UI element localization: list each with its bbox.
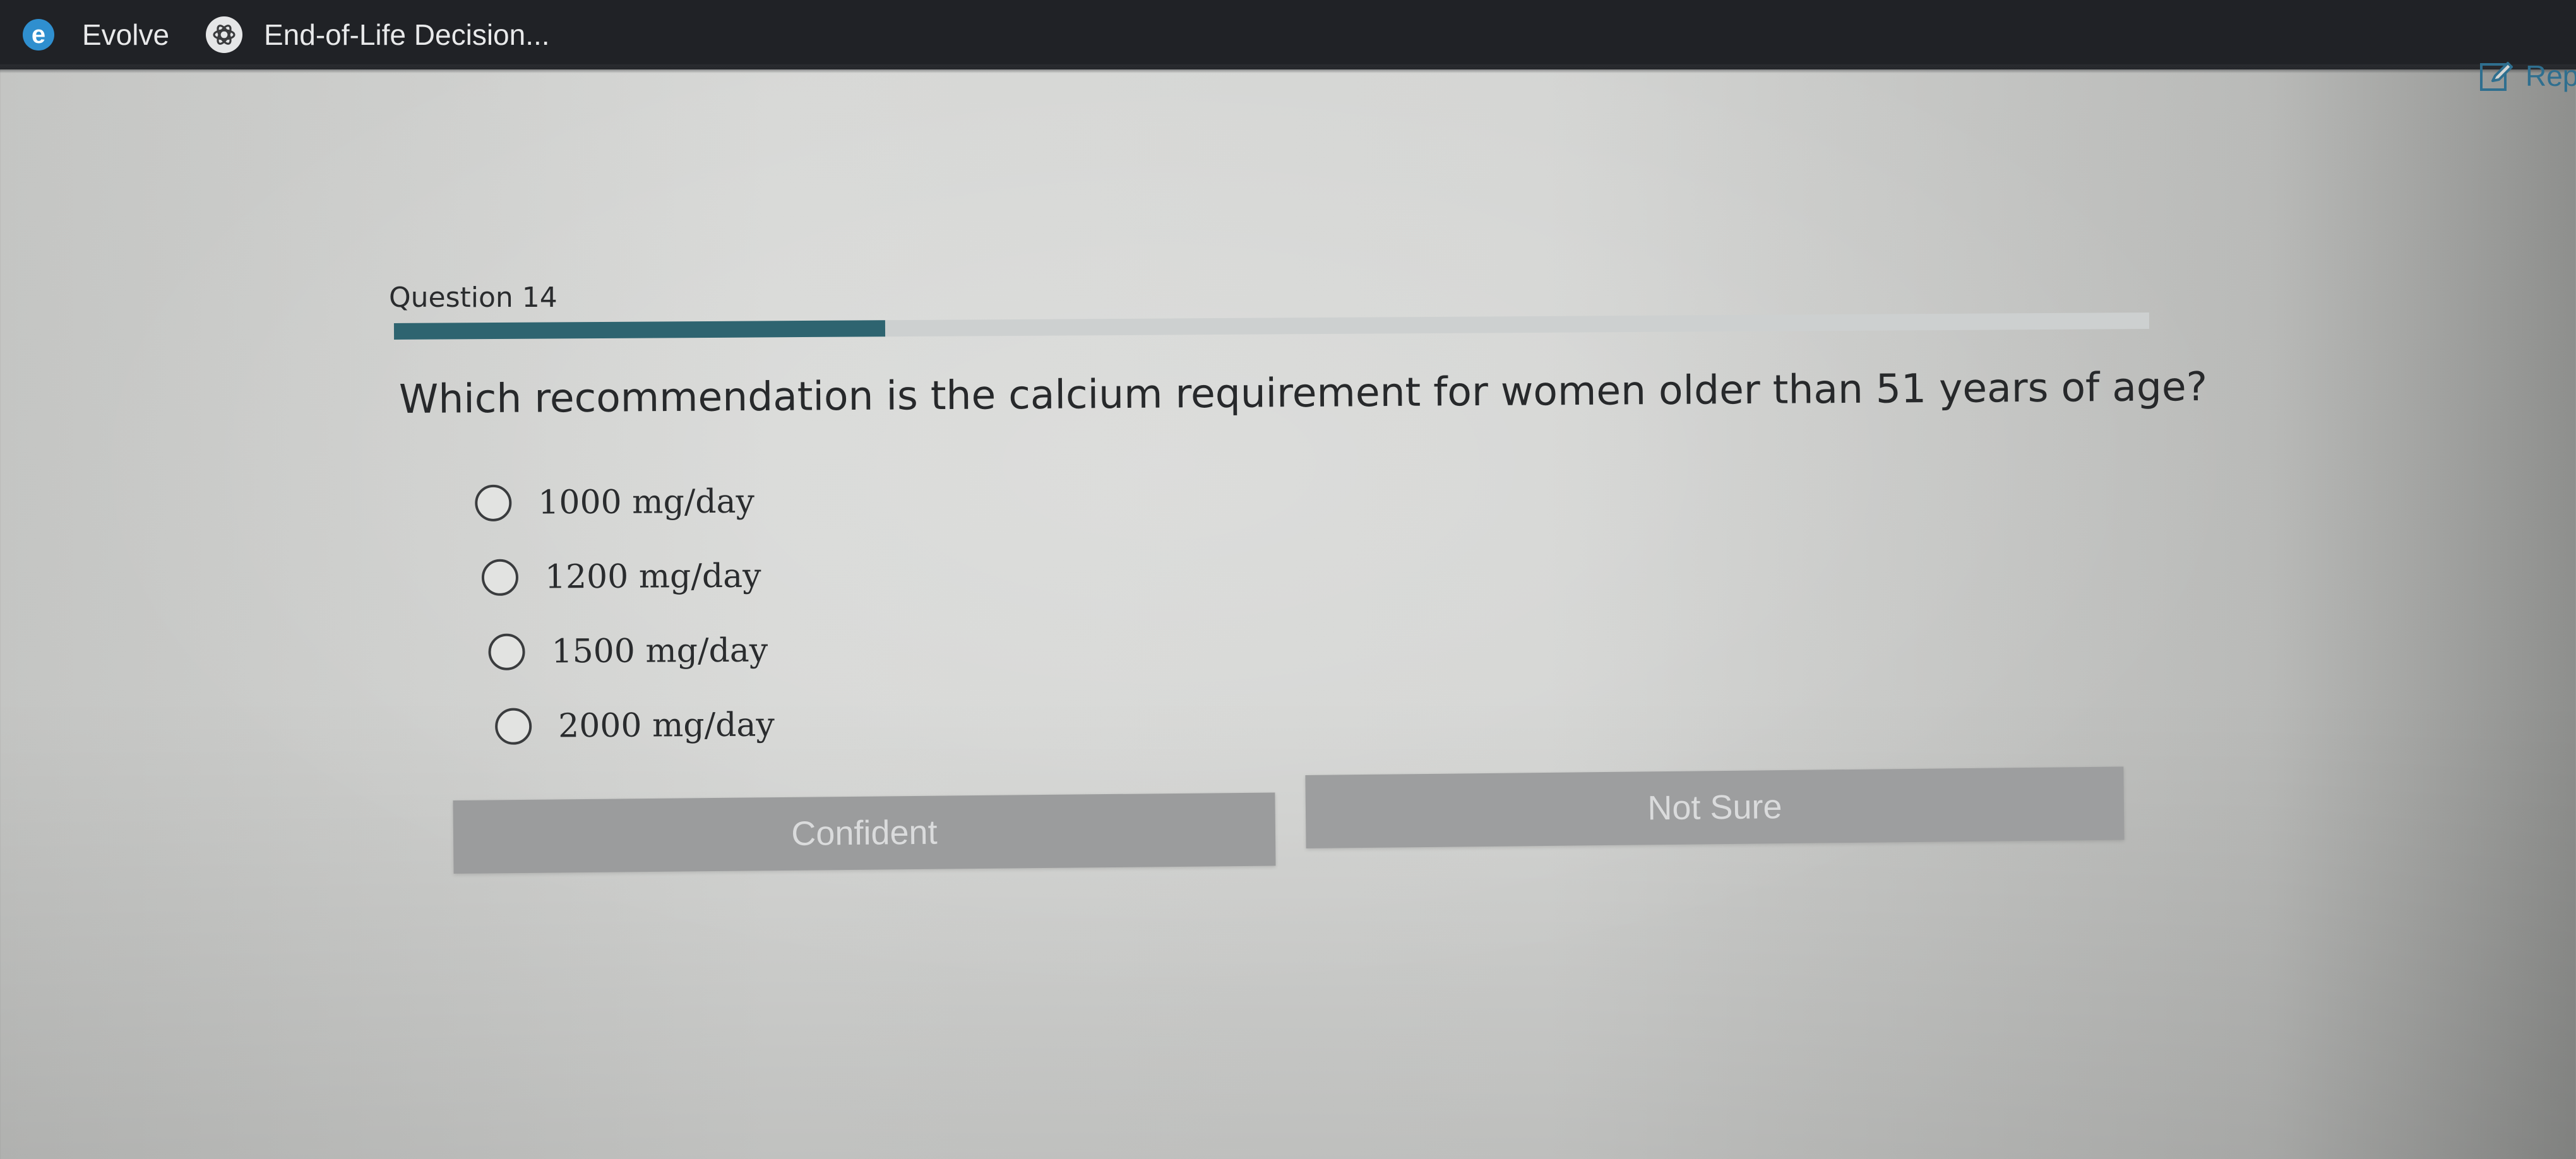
report-label: Rep — [2525, 59, 2576, 92]
answer-option-label: 1200 mg/day — [544, 557, 761, 597]
edit-pencil-icon — [2480, 62, 2513, 91]
tab-end-of-life-decision-label: End-of-Life Decision... — [264, 18, 550, 51]
tab-end-of-life-decision[interactable]: End-of-Life Decision... — [206, 14, 550, 56]
question-number: Question 14 — [389, 282, 558, 314]
screen-vignette — [0, 0, 2576, 1159]
answer-option[interactable]: 1200 mg/day — [481, 539, 774, 615]
report-link[interactable]: Rep — [2479, 58, 2576, 93]
browser-tab-bar: e Evolve End-of-Life Decision... — [0, 0, 2576, 73]
question-progress-bar — [393, 312, 2150, 340]
tab-evolve-label: Evolve — [82, 18, 170, 51]
answer-option-label: 1000 mg/day — [538, 482, 755, 522]
answer-option-label: 1500 mg/day — [551, 631, 768, 671]
evolve-logo-icon: e — [23, 19, 54, 51]
confident-button[interactable]: Confident — [453, 792, 1276, 874]
tab-evolve[interactable]: e Evolve — [23, 14, 169, 56]
openai-logo-icon — [206, 16, 242, 53]
answer-option[interactable]: 1000 mg/day — [475, 465, 773, 540]
answer-option-label: 2000 mg/day — [558, 706, 775, 746]
question-text: Which recommendation is the calcium requ… — [398, 364, 2208, 422]
answer-options: 1000 mg/day 1200 mg/day 1500 mg/day 2000… — [475, 465, 775, 764]
answer-radio[interactable] — [495, 708, 532, 745]
answer-option[interactable]: 1500 mg/day — [488, 614, 774, 689]
answer-radio[interactable] — [488, 633, 525, 670]
tab-bar-shadow — [0, 64, 2576, 73]
answer-option[interactable]: 2000 mg/day — [495, 688, 775, 764]
answer-radio[interactable] — [481, 559, 519, 596]
not-sure-button[interactable]: Not Sure — [1305, 766, 2125, 848]
question-progress-fill — [393, 320, 886, 340]
answer-radio[interactable] — [475, 484, 512, 521]
